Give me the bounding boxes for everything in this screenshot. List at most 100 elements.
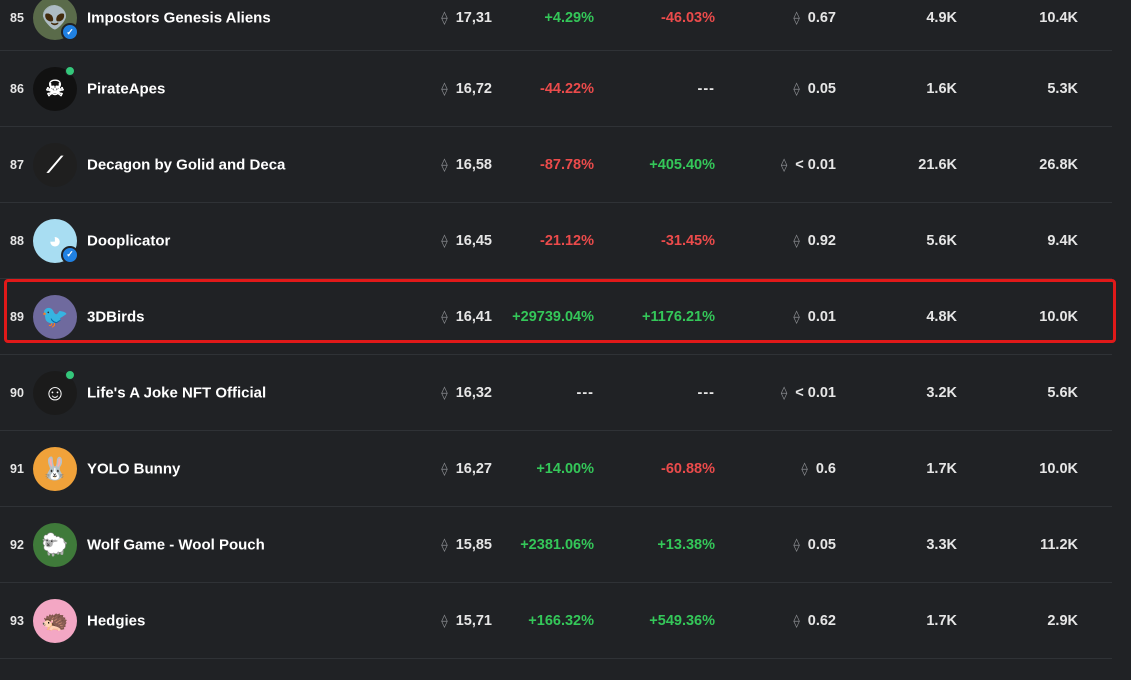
table-row[interactable]: 87 ⟋ Decagon by Golid and Deca ⟠ 16,58 -87.78… bbox=[0, 127, 1112, 203]
table-row[interactable]: 89 🐦 3DBirds ⟠ 16,41 +29739.04% +1176.21% ⟠ 0.01… bbox=[0, 279, 1116, 355]
floor-amount: 0.67 bbox=[807, 10, 836, 26]
change-24h: -44.22% bbox=[539, 80, 594, 97]
collection-name-link[interactable]: Hedgies bbox=[87, 612, 145, 629]
change-7d: --- bbox=[697, 80, 715, 97]
items-count: 2.9K bbox=[1047, 612, 1078, 629]
floor-price: ⟠ 0.01 bbox=[793, 309, 836, 325]
floor-price: ⟠ 0.6 bbox=[801, 461, 836, 477]
table-row[interactable]: 92 🐑 Wolf Game - Wool Pouch ⟠ 15,85 +2381.06%… bbox=[0, 507, 1112, 583]
collection-name-link[interactable]: YOLO Bunny bbox=[87, 460, 180, 477]
volume-value: ⟠ 16,72 bbox=[441, 81, 492, 97]
volume-value: ⟠ 15,71 bbox=[441, 613, 492, 629]
rank-number: 87 bbox=[10, 157, 24, 172]
rank-number: 86 bbox=[10, 81, 24, 96]
floor-price: ⟠ 0.05 bbox=[793, 81, 836, 97]
change-7d: +13.38% bbox=[657, 536, 715, 553]
items-count: 9.4K bbox=[1047, 232, 1078, 249]
avatar[interactable]: ☠ bbox=[33, 65, 77, 111]
avatar[interactable]: 🐑 bbox=[33, 522, 77, 567]
owners-count: 1.7K bbox=[926, 612, 957, 629]
eth-icon: ⟠ bbox=[793, 10, 800, 25]
change-24h: +29739.04% bbox=[512, 308, 594, 325]
avatar[interactable]: 👽 ✓ bbox=[33, 0, 79, 41]
collection-name-link[interactable]: Dooplicator bbox=[87, 232, 170, 249]
eth-icon: ⟠ bbox=[793, 80, 800, 96]
eth-icon: ⟠ bbox=[441, 156, 448, 172]
owners-count: 21.6K bbox=[918, 156, 957, 173]
table-row[interactable]: 86 ☠ PirateApes ⟠ 16,72 -44.22% --- ⟠ 0.05 1.6K 5.… bbox=[0, 51, 1112, 127]
items-count: 11.2K bbox=[1040, 536, 1078, 553]
items-count: 5.3K bbox=[1047, 80, 1078, 97]
floor-amount: 0.05 bbox=[807, 80, 836, 97]
change-7d: -31.45% bbox=[660, 232, 715, 249]
collection-name-link[interactable]: Impostors Genesis Aliens bbox=[87, 10, 271, 27]
volume-amount: 16,45 bbox=[455, 232, 492, 249]
eth-icon: ⟠ bbox=[793, 308, 800, 324]
rank-number: 90 bbox=[10, 385, 24, 400]
eth-icon: ⟠ bbox=[441, 10, 448, 25]
collection-name-link[interactable]: Life's A Joke NFT Official bbox=[87, 384, 266, 401]
change-24h: -21.12% bbox=[539, 232, 594, 249]
change-24h: +4.29% bbox=[544, 10, 594, 26]
volume-value: ⟠ 16,45 bbox=[441, 233, 492, 249]
eth-icon: ⟠ bbox=[801, 460, 808, 476]
eth-icon: ⟠ bbox=[441, 612, 448, 628]
eth-icon: ⟠ bbox=[780, 156, 788, 172]
avatar[interactable]: ☺ bbox=[33, 369, 77, 415]
items-count: 10.4K bbox=[1039, 10, 1078, 26]
change-24h: +14.00% bbox=[536, 460, 594, 477]
eth-icon: ⟠ bbox=[793, 232, 800, 248]
change-24h: +166.32% bbox=[528, 612, 594, 629]
avatar[interactable]: ◕ ✓ bbox=[33, 218, 79, 264]
volume-amount: 16,72 bbox=[455, 80, 492, 97]
verified-badge-icon: ✓ bbox=[61, 245, 79, 264]
table-row[interactable]: 85 👽 ✓ Impostors Genesis Aliens ⟠ 17,31 +4.29%… bbox=[0, 0, 1112, 51]
table-row[interactable]: 91 🐰 YOLO Bunny ⟠ 16,27 +14.00% -60.88% ⟠ 0.6 1.7… bbox=[0, 431, 1112, 507]
change-7d: +405.40% bbox=[649, 156, 715, 173]
owners-count: 1.7K bbox=[926, 460, 957, 477]
eth-icon: ⟠ bbox=[441, 80, 448, 96]
volume-amount: 17,31 bbox=[455, 10, 492, 26]
floor-amount: 0.01 bbox=[807, 384, 836, 401]
collections-table: 85 👽 ✓ Impostors Genesis Aliens ⟠ 17,31 +4.29%… bbox=[0, 0, 1131, 659]
floor-amount: 0.01 bbox=[807, 308, 836, 325]
online-dot-icon bbox=[65, 369, 75, 380]
volume-amount: 16,27 bbox=[455, 460, 492, 477]
volume-amount: 15,85 bbox=[455, 536, 492, 553]
collection-name-link[interactable]: PirateApes bbox=[87, 80, 165, 97]
avatar[interactable]: 🦔 bbox=[33, 598, 77, 643]
collection-name-link[interactable]: 3DBirds bbox=[87, 308, 145, 325]
table-row[interactable]: 93 🦔 Hedgies ⟠ 15,71 +166.32% +549.36% ⟠ 0.62 1.7… bbox=[0, 583, 1112, 659]
change-7d: +1176.21% bbox=[642, 308, 715, 325]
volume-amount: 15,71 bbox=[455, 612, 492, 629]
rank-number: 91 bbox=[10, 461, 24, 476]
volume-value: ⟠ 16,32 bbox=[441, 385, 492, 401]
floor-price: ⟠ 0.05 bbox=[793, 537, 836, 553]
change-24h: --- bbox=[576, 384, 594, 401]
eth-icon: ⟠ bbox=[793, 612, 800, 628]
eth-icon: ⟠ bbox=[441, 384, 448, 400]
items-count: 10.0K bbox=[1039, 308, 1078, 325]
avatar[interactable]: 🐰 bbox=[33, 446, 77, 491]
change-24h: +2381.06% bbox=[520, 536, 594, 553]
table-row[interactable]: 88 ◕ ✓ Dooplicator ⟠ 16,45 -21.12% -31.45% ⟠ 0.92… bbox=[0, 203, 1112, 279]
table-row[interactable]: 90 ☺ Life's A Joke NFT Official ⟠ 16,32 --- --… bbox=[0, 355, 1112, 431]
avatar[interactable]: 🐦 bbox=[33, 294, 77, 339]
eth-icon: ⟠ bbox=[780, 384, 788, 400]
avatar[interactable]: ⟋ bbox=[33, 142, 77, 187]
floor-amount: 0.05 bbox=[807, 536, 836, 553]
eth-icon: ⟠ bbox=[441, 308, 448, 324]
volume-value: ⟠ 15,85 bbox=[441, 537, 492, 553]
floor-prefix: < bbox=[795, 384, 808, 401]
change-7d: +549.36% bbox=[649, 612, 715, 629]
collection-name-link[interactable]: Decagon by Golid and Deca bbox=[87, 156, 285, 173]
floor-price: ⟠ 0.62 bbox=[793, 613, 836, 629]
verified-badge-icon: ✓ bbox=[61, 23, 79, 41]
collection-name-link[interactable]: Wolf Game - Wool Pouch bbox=[87, 536, 265, 553]
owners-count: 4.9K bbox=[926, 10, 957, 26]
floor-amount: 0.92 bbox=[807, 232, 836, 249]
hedgehog-avatar-icon: 🦔 bbox=[33, 598, 77, 643]
items-count: 5.6K bbox=[1047, 384, 1078, 401]
items-count: 10.0K bbox=[1039, 460, 1078, 477]
change-7d: -46.03% bbox=[660, 10, 715, 26]
